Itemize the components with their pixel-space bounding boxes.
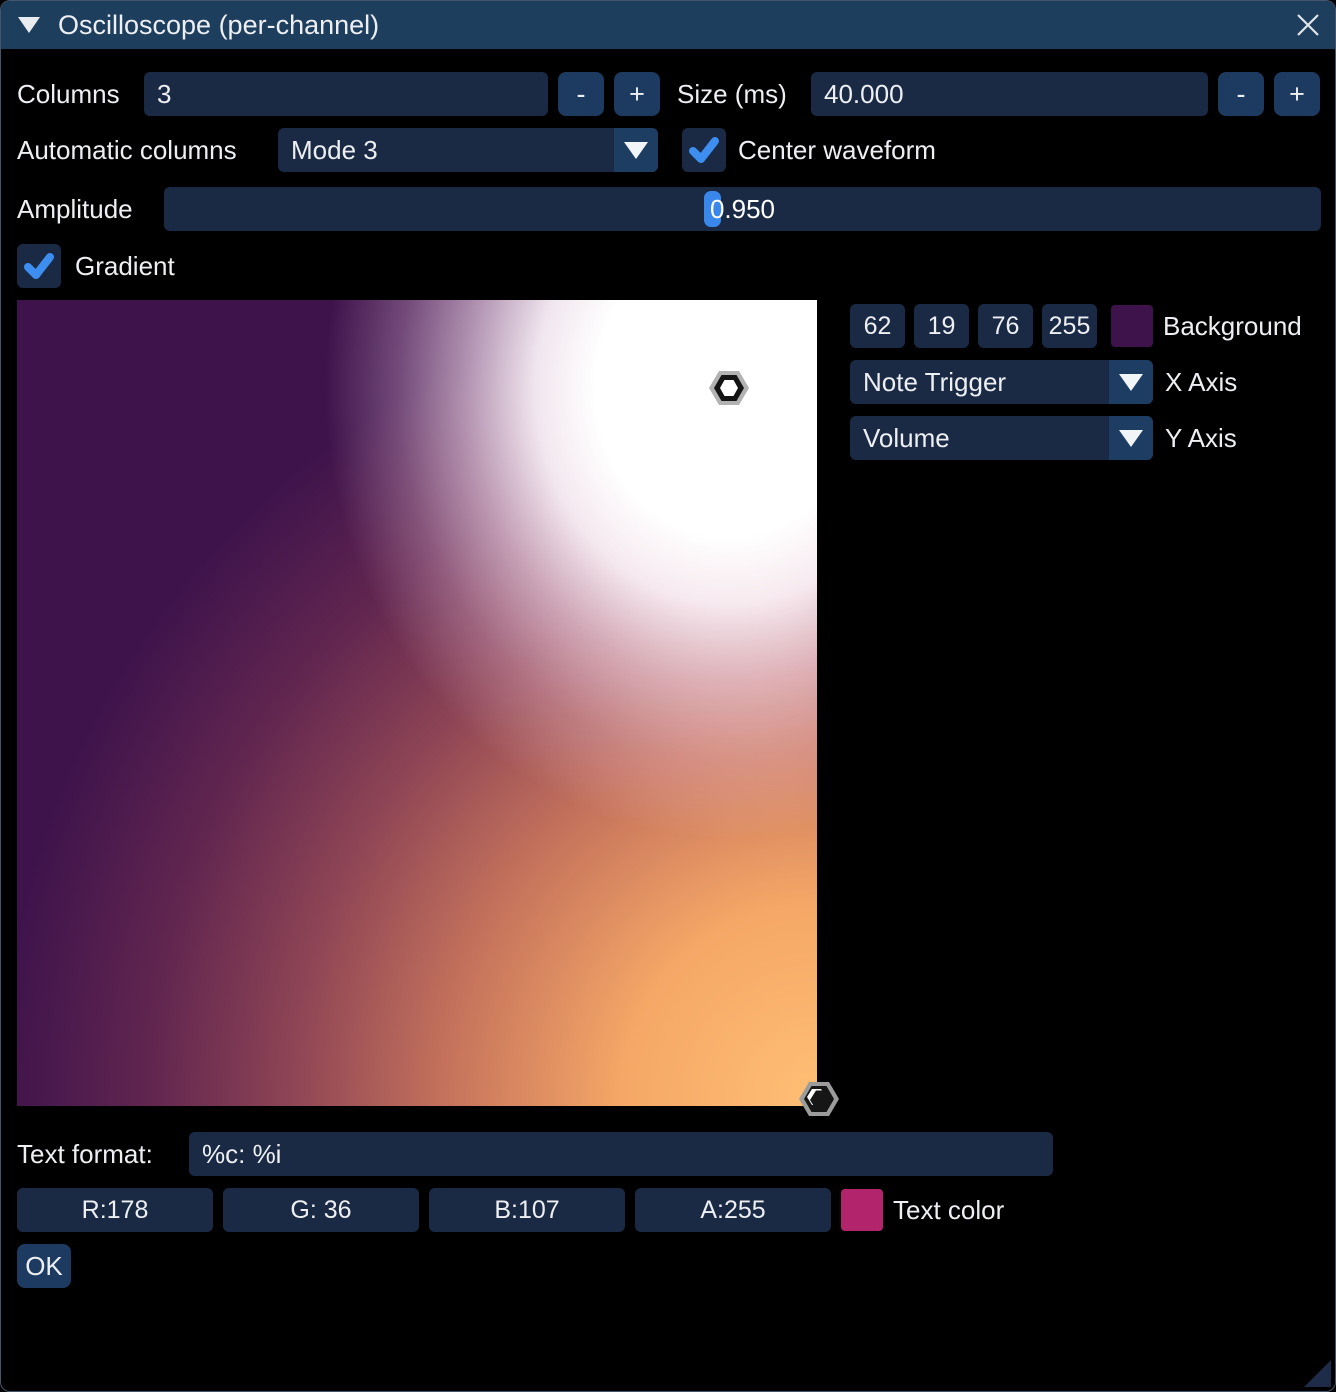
text-red-drag[interactable]: R:178	[17, 1188, 213, 1232]
columns-input[interactable]	[144, 72, 548, 116]
check-icon	[17, 244, 61, 288]
text-format-input[interactable]	[189, 1132, 1053, 1176]
columns-decrement-button[interactable]: -	[558, 72, 604, 116]
x-axis-select[interactable]: Note Trigger	[850, 360, 1153, 404]
amplitude-slider[interactable]: 0.950	[164, 187, 1321, 231]
x-axis-value: Note Trigger	[863, 360, 1006, 404]
columns-increment-button[interactable]: +	[614, 72, 660, 116]
check-icon	[682, 128, 726, 172]
y-axis-select[interactable]: Volume	[850, 416, 1153, 460]
amplitude-label: Amplitude	[17, 187, 133, 231]
gradient-stop-marker-bottom[interactable]	[799, 1081, 839, 1117]
center-waveform-label: Center waveform	[738, 128, 936, 172]
gradient-label: Gradient	[75, 244, 175, 288]
dropdown-arrow-icon	[1109, 360, 1153, 404]
ok-button[interactable]: OK	[17, 1244, 71, 1288]
size-ms-label: Size (ms)	[677, 72, 787, 116]
gradient-canvas[interactable]	[17, 300, 817, 1106]
background-green-drag[interactable]: 19	[914, 304, 969, 348]
resize-grip[interactable]	[1304, 1360, 1331, 1387]
automatic-columns-label: Automatic columns	[17, 128, 237, 172]
text-color-swatch[interactable]	[841, 1189, 883, 1231]
automatic-columns-value: Mode 3	[291, 128, 378, 172]
gradient-stop-marker-top[interactable]	[709, 370, 749, 406]
y-axis-value: Volume	[863, 416, 950, 460]
automatic-columns-select[interactable]: Mode 3	[278, 128, 658, 172]
oscilloscope-settings-window: Oscilloscope (per-channel) Columns - + S…	[0, 0, 1336, 1392]
gradient-checkbox[interactable]	[17, 244, 61, 288]
background-red-drag[interactable]: 62	[850, 304, 905, 348]
amplitude-slider-value: 0.950	[164, 187, 1321, 231]
triangle-down-icon	[18, 17, 40, 33]
titlebar[interactable]: Oscilloscope (per-channel)	[1, 1, 1335, 49]
text-green-drag[interactable]: G: 36	[223, 1188, 419, 1232]
text-alpha-drag[interactable]: A:255	[635, 1188, 831, 1232]
collapse-arrow-icon[interactable]	[18, 17, 40, 33]
background-blue-drag[interactable]: 76	[978, 304, 1033, 348]
columns-label: Columns	[17, 72, 120, 116]
text-color-label: Text color	[893, 1188, 1004, 1232]
dropdown-arrow-icon	[1109, 416, 1153, 460]
size-increment-button[interactable]: +	[1274, 72, 1320, 116]
text-format-label: Text format:	[17, 1132, 153, 1176]
dropdown-arrow-icon	[614, 128, 658, 172]
size-decrement-button[interactable]: -	[1218, 72, 1264, 116]
background-alpha-drag[interactable]: 255	[1042, 304, 1097, 348]
y-axis-label: Y Axis	[1165, 416, 1237, 460]
background-color-swatch[interactable]	[1111, 305, 1153, 347]
window-title: Oscilloscope (per-channel)	[58, 1, 379, 49]
center-waveform-checkbox[interactable]	[682, 128, 726, 172]
close-icon[interactable]	[1294, 11, 1322, 39]
background-label: Background	[1163, 304, 1302, 348]
x-axis-label: X Axis	[1165, 360, 1237, 404]
size-ms-input[interactable]	[811, 72, 1208, 116]
text-blue-drag[interactable]: B:107	[429, 1188, 625, 1232]
